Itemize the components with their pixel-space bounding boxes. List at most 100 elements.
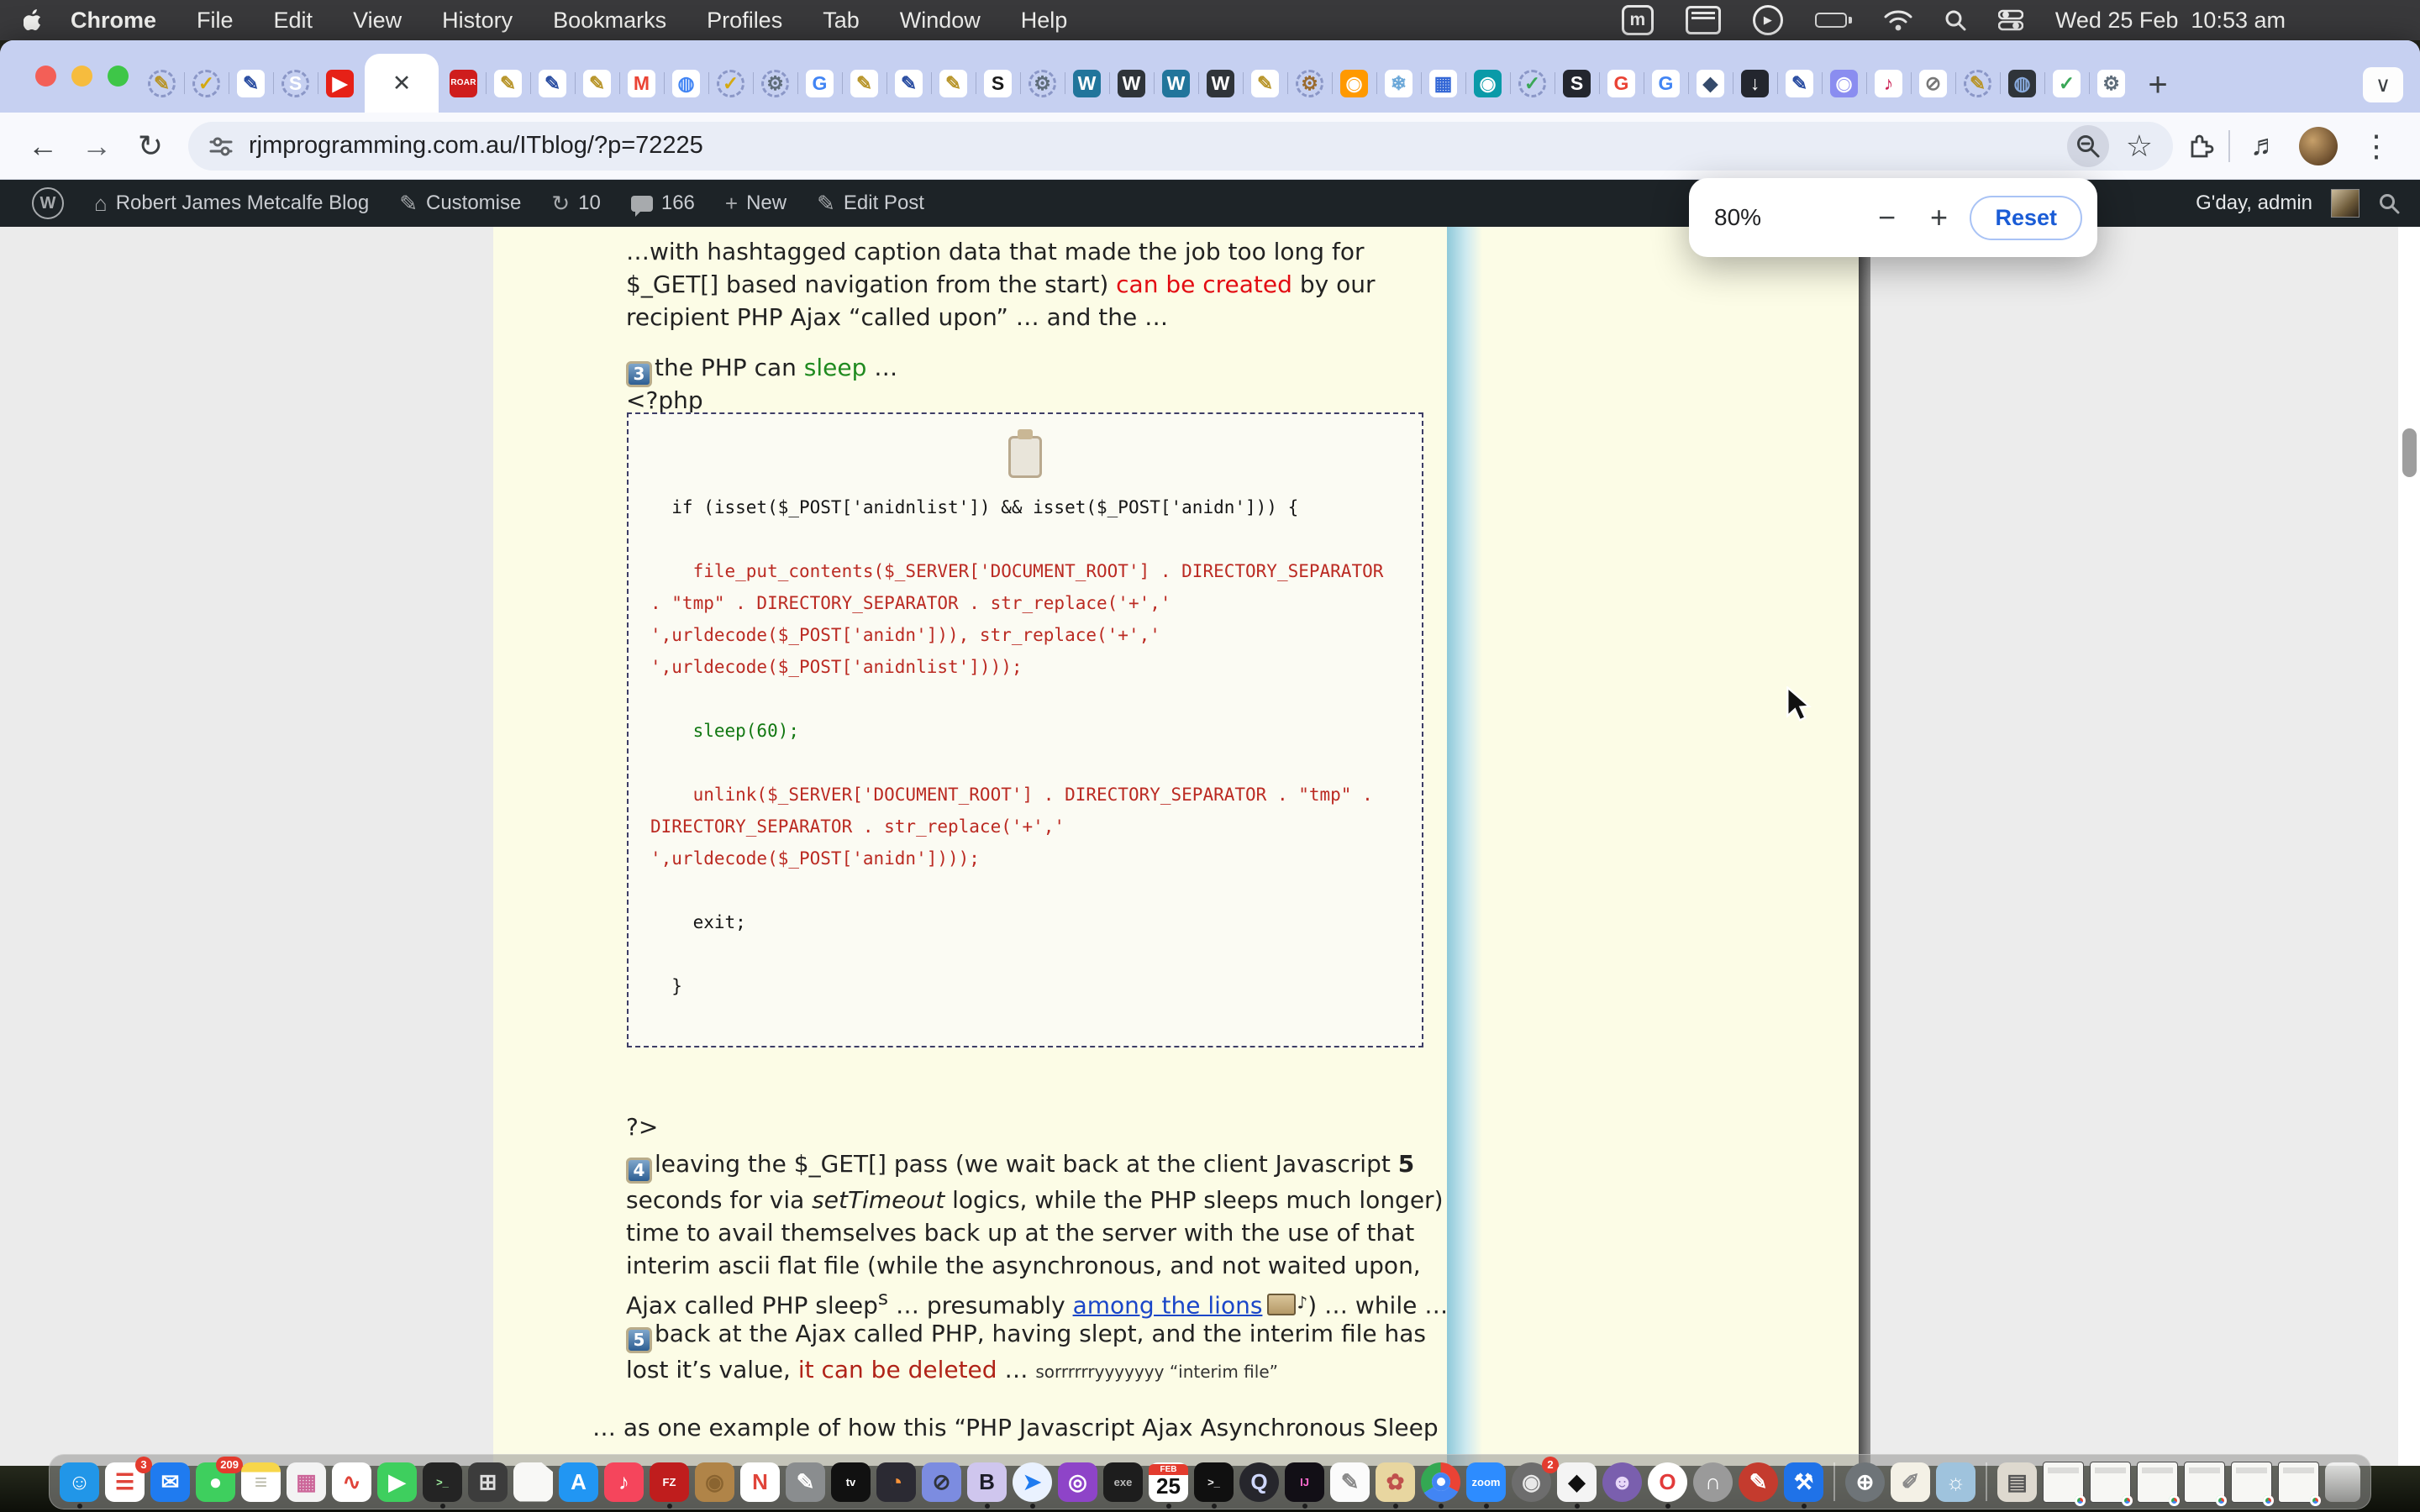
pinned-tab[interactable]: ✎ [886,54,931,113]
forward-button[interactable]: → [72,122,121,171]
dock-icon-pen-app[interactable]: ✐ [1891,1462,1930,1502]
page-scrollbar[interactable] [2398,227,2420,1466]
dock-icon-brown-app[interactable]: ◉ [695,1462,734,1502]
pinned-tab[interactable]: G [797,54,842,113]
among-the-lions-link[interactable]: among the lions [1073,1291,1263,1319]
menu-item[interactable]: Edit [254,8,334,34]
pinned-tab[interactable]: ✎ [1955,54,2000,113]
pinned-tab[interactable]: ◍ [2000,54,2044,113]
pinned-tab[interactable]: ♪ [1866,54,1911,113]
dock-icon-safari[interactable]: ➤ [1013,1462,1052,1502]
pinned-tab[interactable]: ✎ [931,54,976,113]
pinned-tab[interactable]: ⚙ [1020,54,1065,113]
pinned-tab[interactable]: ✓ [184,54,229,113]
pinned-tab[interactable]: ✎ [139,54,184,113]
pinned-tab[interactable]: ✎ [530,54,575,113]
pinned-tab[interactable]: ✎ [229,54,273,113]
menu-item[interactable]: Tab [802,8,880,34]
playback-icon[interactable]: ▶ [1753,5,1783,35]
pinned-tab[interactable]: ⚙ [753,54,797,113]
dock-icon-calendar[interactable]: 25FEB [1149,1462,1188,1502]
dock-icon-gimp[interactable]: ✎ [786,1462,825,1502]
pinned-tab[interactable]: ▶ [318,54,362,113]
pinned-tab[interactable]: ✎ [842,54,886,113]
pinned-tab[interactable]: ✎ [486,54,530,113]
pinned-tab[interactable]: ❄ [1376,54,1421,113]
dock-icon-bbedit[interactable]: B [967,1462,1007,1502]
pinned-tab[interactable]: ◍ [664,54,708,113]
zoom-indicator-icon[interactable] [2067,125,2109,167]
site-name-menu[interactable]: ⌂Robert James Metcalfe Blog [82,192,381,215]
dock-icon-filezilla[interactable]: FZ [650,1462,689,1502]
battery-icon[interactable] [1815,13,1852,28]
fullscreen-window-button[interactable] [108,66,129,87]
profile-avatar[interactable] [2299,127,2338,165]
wp-logo-menu[interactable]: W [20,187,76,219]
dock-icon-minimized-window[interactable] [2278,1462,2319,1503]
dock-icon-facetime[interactable]: ▶ [377,1462,417,1502]
control-center-icon[interactable] [1998,9,2023,31]
wifi-icon[interactable] [1884,9,1912,31]
pinned-tab[interactable]: ✎ [1777,54,1822,113]
pinned-tab[interactable]: W [1198,54,1243,113]
dock-icon-opera[interactable]: O [1648,1462,1687,1502]
bookmark-star-icon[interactable]: ☆ [2126,129,2153,164]
pinned-tab[interactable]: ROAR [441,54,486,113]
dock-icon-pages[interactable] [513,1462,553,1502]
dock-icon-app-store[interactable]: A [559,1462,598,1502]
dock-icon-panda-app[interactable]: ☻ [1602,1462,1642,1502]
dock-icon-minimized-clip[interactable]: ▤ [1997,1462,2037,1502]
dock-icon-art[interactable]: ✿ [1376,1462,1415,1502]
site-info-icon[interactable] [208,134,234,159]
comments-menu[interactable]: 166 [619,192,707,215]
menu-bar-clock[interactable]: Wed 25 Feb 10:53 am [2055,8,2286,34]
pinned-tab[interactable]: ◉ [1822,54,1866,113]
menu-item[interactable]: Profiles [687,8,802,34]
pinned-tab[interactable]: ⚙ [2089,54,2133,113]
zoom-in-button[interactable]: + [1912,200,1965,235]
dock-icon-mail[interactable]: ✉ [150,1462,190,1502]
zoom-out-button[interactable]: − [1860,200,1912,235]
customise-menu[interactable]: ✎Customise [387,192,533,215]
dock-icon-music[interactable]: ♪ [604,1462,644,1502]
chrome-menu-icon[interactable]: ⋮ [2351,129,2402,164]
dock-icon-red-pencil-app[interactable]: ✎ [1739,1462,1778,1502]
dock-icon-launchpad[interactable]: ▦ [287,1462,326,1502]
dock-icon-minimized-window[interactable] [2090,1462,2131,1503]
admin-search-icon[interactable] [2378,192,2400,214]
pinned-tab[interactable]: ✓ [1510,54,1555,113]
pinned-tab[interactable]: W [1109,54,1154,113]
edit-post-menu[interactable]: ✎Edit Post [805,192,936,215]
dock-icon-podcasts[interactable]: ◎ [1058,1462,1097,1502]
dock-icon-notes[interactable]: ≡ [241,1462,281,1502]
pinned-tab[interactable]: G [1644,54,1688,113]
admin-avatar[interactable] [2331,189,2360,218]
scrollbar-thumb[interactable] [2402,428,2417,477]
pinned-tab[interactable]: ◆ [1688,54,1733,113]
dock-icon-inkscape[interactable]: ◆ [1557,1462,1597,1502]
dock-icon-blocked-app[interactable]: ⊘ [922,1462,961,1502]
dock-icon-tooth-app[interactable]: ∩ [1693,1462,1733,1502]
pinned-tab[interactable]: ✎ [1243,54,1287,113]
dock-icon-calculator[interactable]: ⊞ [468,1462,508,1502]
pinned-tab[interactable]: ↓ [1733,54,1777,113]
dock-icon-trash[interactable] [2325,1462,2360,1502]
dock-icon-news[interactable]: N [740,1462,780,1502]
zoom-reset-button[interactable]: Reset [1970,196,2082,240]
dock-icon-xcode[interactable]: ⚒ [1784,1462,1823,1502]
minimize-window-button[interactable] [71,66,92,87]
menu-item[interactable]: Bookmarks [533,8,687,34]
media-controls-icon[interactable]: ♬ [2244,129,2286,162]
extensions-icon[interactable] [2186,132,2215,160]
dock-icon-quicktime[interactable]: Q [1239,1462,1279,1502]
menu-item[interactable]: Window [880,8,1001,34]
menu-item[interactable]: File [176,8,254,34]
dock-icon-accessibility[interactable]: ⊕ [1845,1462,1885,1502]
tab-search-chevron-button[interactable]: ∨ [2363,67,2403,102]
pinned-tab[interactable]: ✎ [575,54,619,113]
pinned-tab[interactable]: ✓ [708,54,753,113]
dock-icon-tv[interactable]: tv [831,1462,871,1502]
new-tab-button[interactable]: + [2133,60,2182,109]
reload-button[interactable]: ↻ [126,122,175,171]
pinned-tab[interactable]: W [1154,54,1198,113]
